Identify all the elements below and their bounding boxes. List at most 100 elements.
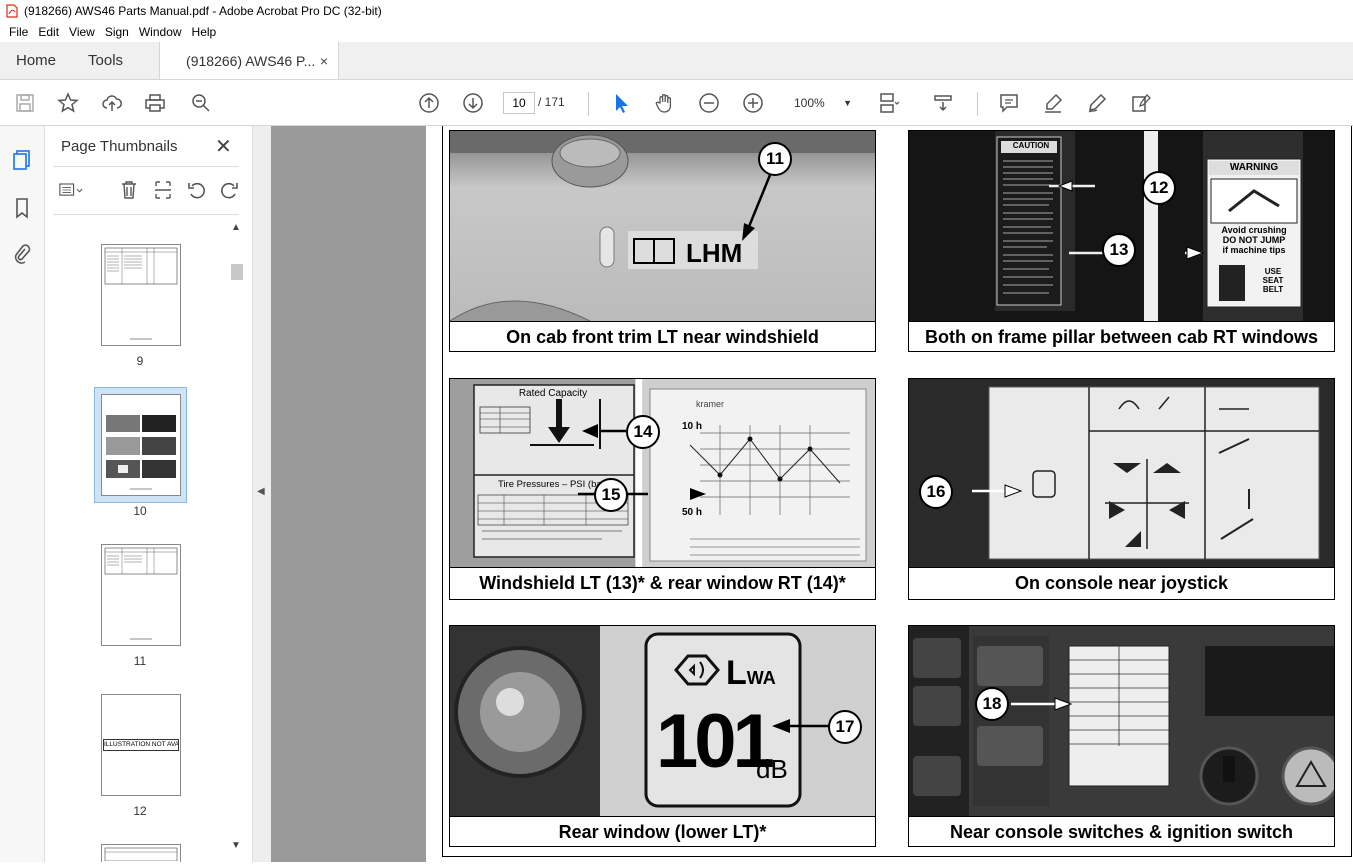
menu-file[interactable]: File (4, 25, 33, 39)
thumbnail-options-icon[interactable] (59, 178, 83, 202)
thumbnail-page-text: ILLUSTRATION NOT AVAILABLE (103, 739, 179, 751)
zoom-in-icon[interactable] (740, 90, 766, 116)
callout-number: 12 (1142, 171, 1176, 205)
upload-cloud-icon[interactable] (99, 90, 125, 116)
page-total: / 171 (538, 95, 565, 109)
collapse-arrow-icon[interactable]: ◀ (257, 486, 265, 497)
figure-caption: Windshield LT (13)* & rear window RT (14… (450, 567, 875, 597)
main-toolbar: 10 / 171 100% ▼ (0, 80, 1353, 126)
toolbar-divider (588, 92, 589, 116)
fill-sign-icon[interactable] (1128, 90, 1154, 116)
noise-l-text: L (726, 654, 747, 692)
menu-bar: File Edit View Sign Window Help (0, 22, 1353, 42)
warning-decal-text: Avoid crushing DO NOT JUMP if machine ti… (1207, 225, 1301, 255)
figure-caption: Both on frame pillar between cab RT wind… (909, 321, 1334, 351)
draw-sign-icon[interactable] (1084, 90, 1110, 116)
divider (53, 166, 239, 167)
rotate-right-icon[interactable] (217, 178, 241, 202)
save-icon[interactable] (12, 90, 38, 116)
next-page-icon[interactable] (460, 90, 486, 116)
figure-caption: On console near joystick (909, 567, 1334, 597)
scroll-mode-icon[interactable] (930, 90, 956, 116)
close-panel-icon[interactable]: ✕ (215, 134, 232, 159)
page-layout-icon[interactable] (876, 90, 902, 116)
zoom-level-select[interactable]: 100% ▼ (790, 92, 856, 114)
thumbnail-page-12[interactable]: ILLUSTRATION NOT AVAILABLE (101, 694, 181, 796)
rated-capacity-label: Rated Capacity (518, 388, 588, 399)
previous-page-icon[interactable] (416, 90, 442, 116)
warning-line-1: Avoid crushing (1221, 225, 1287, 235)
tab-document[interactable]: (918266) AWS46 P... × (159, 42, 340, 79)
seatbelt-decal-text: USE SEAT BELT (1245, 267, 1301, 294)
callout-number: 17 (828, 710, 862, 744)
menu-view[interactable]: View (64, 25, 100, 39)
print-icon[interactable] (142, 90, 168, 116)
figure-caption: On cab front trim LT near windshield (450, 321, 875, 351)
thumbnail-label: 10 (133, 504, 147, 518)
menu-window[interactable]: Window (134, 25, 187, 39)
figure-caption: Rear window (lower LT)* (450, 816, 875, 846)
thumbnail-page-11[interactable] (101, 544, 181, 646)
callout-number: 18 (975, 687, 1009, 721)
attachments-icon[interactable] (10, 242, 34, 266)
document-viewer[interactable]: LHM 11 On cab front trim LT near windshi… (271, 126, 1353, 862)
acrobat-pdf-icon (6, 4, 18, 18)
callout-number: 15 (594, 478, 628, 512)
thumbnail-scrollbar[interactable]: ▲ ▼ (229, 218, 245, 858)
zoom-search-icon[interactable] (188, 90, 214, 116)
menu-edit[interactable]: Edit (33, 25, 64, 39)
noise-symbol-l: LWA (726, 656, 776, 695)
page-number-input[interactable]: 10 (503, 92, 535, 114)
hand-tool-icon[interactable] (652, 90, 678, 116)
callout-number: 14 (626, 415, 660, 449)
panel-collapse-strip[interactable]: ◀ (253, 126, 271, 862)
title-bar: (918266) AWS46 Parts Manual.pdf - Adobe … (0, 0, 1353, 22)
thumbnail-label: 11 (133, 654, 147, 668)
noise-wa-text: WA (746, 668, 776, 688)
tab-home[interactable]: Home (0, 42, 72, 79)
select-cursor-icon[interactable] (608, 90, 634, 116)
menu-help[interactable]: Help (187, 25, 222, 39)
scroll-down-icon[interactable]: ▼ (231, 840, 241, 851)
panel-title: Page Thumbnails (61, 138, 178, 155)
scroll-up-icon[interactable]: ▲ (231, 222, 241, 233)
callout-number: 13 (1102, 233, 1136, 267)
figure-cab-front-trim: LHM 11 On cab front trim LT near windshi… (449, 130, 876, 352)
warning-decal-header: WARNING (1229, 162, 1279, 173)
delete-page-icon[interactable] (117, 178, 141, 202)
navigation-rail (0, 126, 45, 862)
figure-console-joystick: 16 On console near joystick (908, 378, 1335, 600)
extract-pages-icon[interactable] (151, 178, 175, 202)
figure-caption: Near console switches & ignition switch (909, 816, 1334, 846)
photo-joystick-decal (909, 379, 1334, 567)
callout-number: 11 (758, 142, 792, 176)
menu-sign[interactable]: Sign (100, 25, 134, 39)
zoom-out-icon[interactable] (696, 90, 722, 116)
tab-bar: Home Tools (918266) AWS46 P... × (0, 42, 1353, 80)
bookmark-star-icon[interactable] (55, 90, 81, 116)
comment-icon[interactable] (996, 90, 1022, 116)
page-thumbnails-icon[interactable] (10, 148, 34, 172)
close-tab-icon[interactable]: × (320, 53, 328, 69)
caution-decal-header: CAUTION (1012, 141, 1050, 150)
seatbelt-line-2: SEAT (1262, 276, 1284, 285)
thumbnail-page-10[interactable] (101, 394, 181, 496)
photo-switch-panel (909, 626, 1334, 816)
thumbnail-page-13[interactable] (101, 844, 181, 862)
tab-tools[interactable]: Tools (72, 42, 139, 79)
scrollbar-thumb[interactable] (231, 264, 243, 280)
bookmarks-icon[interactable] (10, 196, 34, 220)
thumbnail-page-9[interactable] (101, 244, 181, 346)
tab-document-label: (918266) AWS46 P... (186, 52, 316, 69)
highlight-pen-icon[interactable] (1040, 90, 1066, 116)
photo-caution-warning-decals: CAUTION WARNING Avoid crushing DO NOT JU… (909, 131, 1334, 321)
pdf-page: LHM 11 On cab front trim LT near windshi… (426, 126, 1353, 862)
divider (53, 214, 239, 215)
seatbelt-line-3: BELT (1262, 285, 1284, 294)
zoom-level-value: 100% (794, 96, 825, 110)
thumbnail-label: 12 (133, 804, 147, 818)
rotate-left-icon[interactable] (185, 178, 209, 202)
toolbar-divider (977, 92, 978, 116)
page-thumbnails-panel: Page Thumbnails ✕ 9 10 11 ILLUSTRATION N… (45, 126, 253, 862)
figure-console-switches: 18 Near console switches & ignition swit… (908, 625, 1335, 847)
